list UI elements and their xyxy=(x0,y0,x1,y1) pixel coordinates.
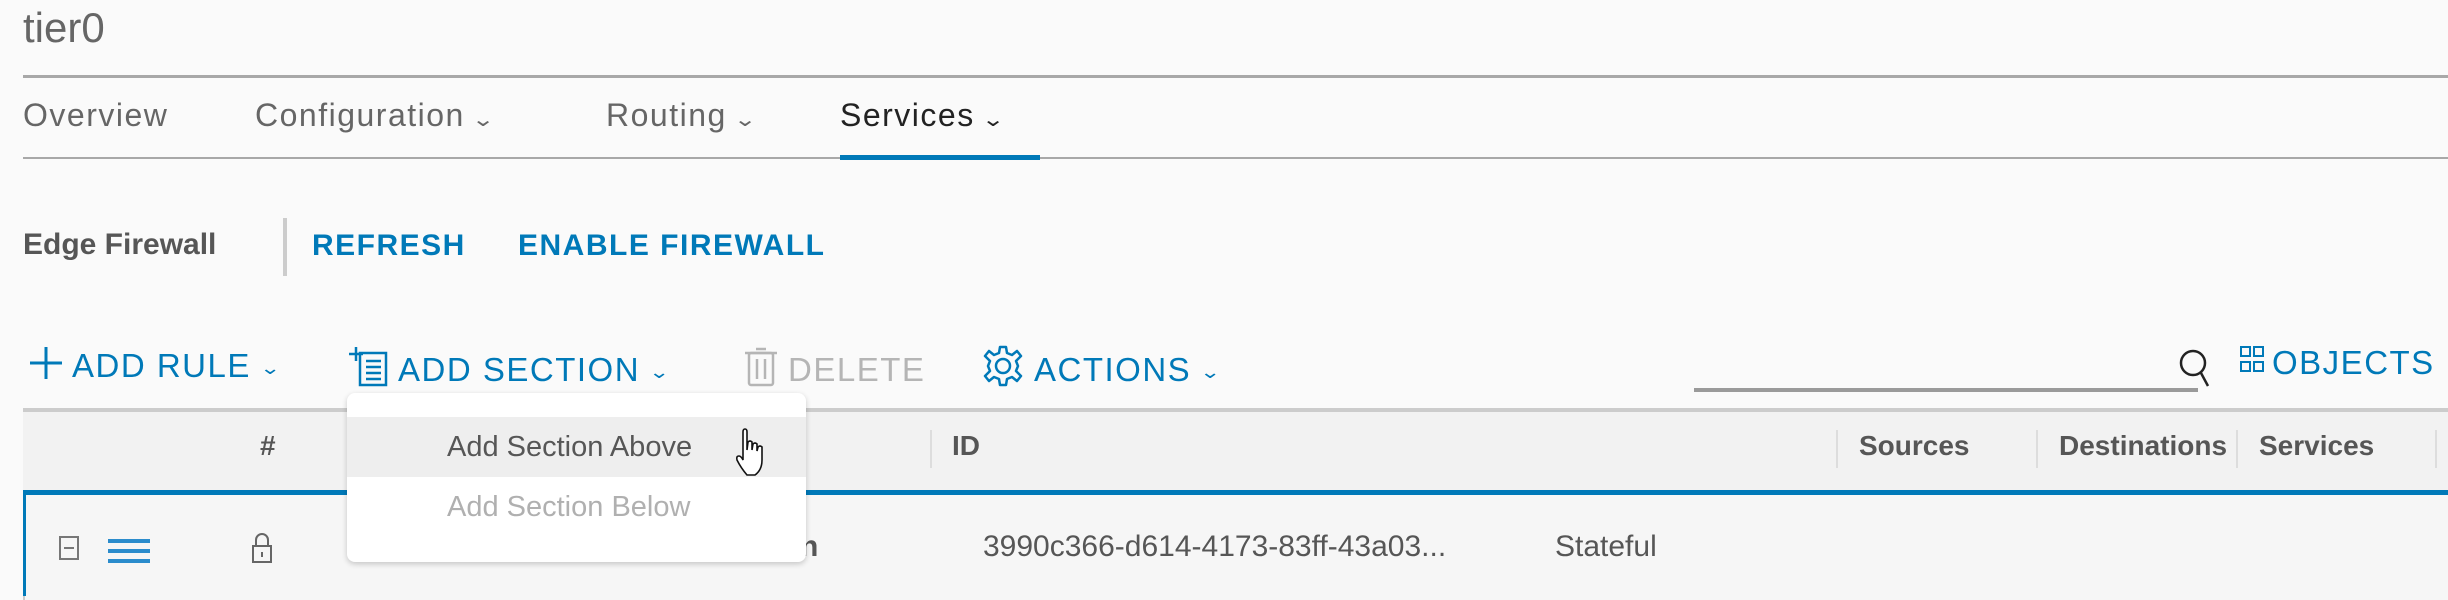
chevron-down-icon: ⌄ xyxy=(981,109,1007,131)
objects-label: OBJECTS xyxy=(2272,344,2435,381)
column-header-destinations: Destinations xyxy=(2059,430,2228,461)
tabs-divider xyxy=(23,157,2448,159)
add-section-label: ADD SECTION xyxy=(398,351,641,388)
column-separator xyxy=(1836,430,1838,468)
chevron-down-icon: ⌄ xyxy=(471,109,497,131)
chevron-down-icon: ⌄ xyxy=(648,361,672,382)
actions-button[interactable]: ACTIONS ⌄ xyxy=(982,345,1224,389)
column-separator xyxy=(2036,430,2038,468)
chevron-down-icon: ⌄ xyxy=(733,109,759,131)
column-separator xyxy=(2435,430,2437,468)
actions-label: ACTIONS xyxy=(1034,351,1192,388)
divider xyxy=(283,218,287,276)
section-type: Stateful xyxy=(1555,530,1657,563)
tab-label: Configuration xyxy=(255,97,465,133)
tab-label: Services xyxy=(840,97,975,133)
chevron-down-icon: ⌄ xyxy=(259,357,283,378)
tab-services[interactable]: Services ⌄ xyxy=(840,97,1004,134)
column-header-sources: Sources xyxy=(1859,430,1970,461)
tab-routing[interactable]: Routing ⌄ xyxy=(606,97,757,134)
tab-label: Routing xyxy=(606,97,727,133)
lock-icon xyxy=(252,533,272,563)
tab-overview[interactable]: Overview xyxy=(23,97,168,134)
hand-cursor-icon xyxy=(735,428,763,476)
drag-handle-icon[interactable] xyxy=(106,538,152,564)
tab-configuration[interactable]: Configuration ⌄ xyxy=(255,97,495,134)
page-title: tier0 xyxy=(23,4,105,51)
column-header-id: ID xyxy=(952,430,980,461)
search-icon[interactable] xyxy=(2178,348,2214,388)
gear-icon xyxy=(983,345,1023,387)
column-header-services: Services xyxy=(2259,430,2375,461)
grid-icon xyxy=(2240,346,2264,372)
search-input[interactable] xyxy=(1694,340,2198,392)
menu-item-add-section-below[interactable]: Add Section Below xyxy=(347,477,806,537)
add-section-button[interactable]: ADD SECTION ⌄ xyxy=(348,345,672,389)
delete-button[interactable]: DELETE xyxy=(742,345,925,389)
objects-button[interactable]: OBJECTS xyxy=(2240,344,2435,382)
title-divider xyxy=(23,75,2448,78)
refresh-button[interactable]: REFRESH xyxy=(312,229,466,263)
delete-label: DELETE xyxy=(788,351,926,388)
chevron-down-icon: ⌄ xyxy=(1199,361,1224,382)
selected-row-left-border xyxy=(23,490,26,596)
collapse-icon[interactable] xyxy=(58,535,82,561)
enable-firewall-button[interactable]: ENABLE FIREWALL xyxy=(518,229,826,263)
column-separator xyxy=(2236,430,2238,468)
plus-icon xyxy=(30,347,62,379)
section-title: Edge Firewall xyxy=(23,228,217,261)
column-header-number: # xyxy=(260,430,276,461)
add-section-icon xyxy=(349,347,388,387)
active-tab-indicator xyxy=(840,155,1040,160)
add-rule-label: ADD RULE xyxy=(72,347,251,384)
trash-icon xyxy=(745,347,777,387)
column-separator xyxy=(930,430,932,468)
tab-label: Overview xyxy=(23,97,169,133)
add-rule-button[interactable]: ADD RULE ⌄ xyxy=(26,345,281,385)
section-id: 3990c366-d614-4173-83ff-43a03... xyxy=(983,530,1447,563)
